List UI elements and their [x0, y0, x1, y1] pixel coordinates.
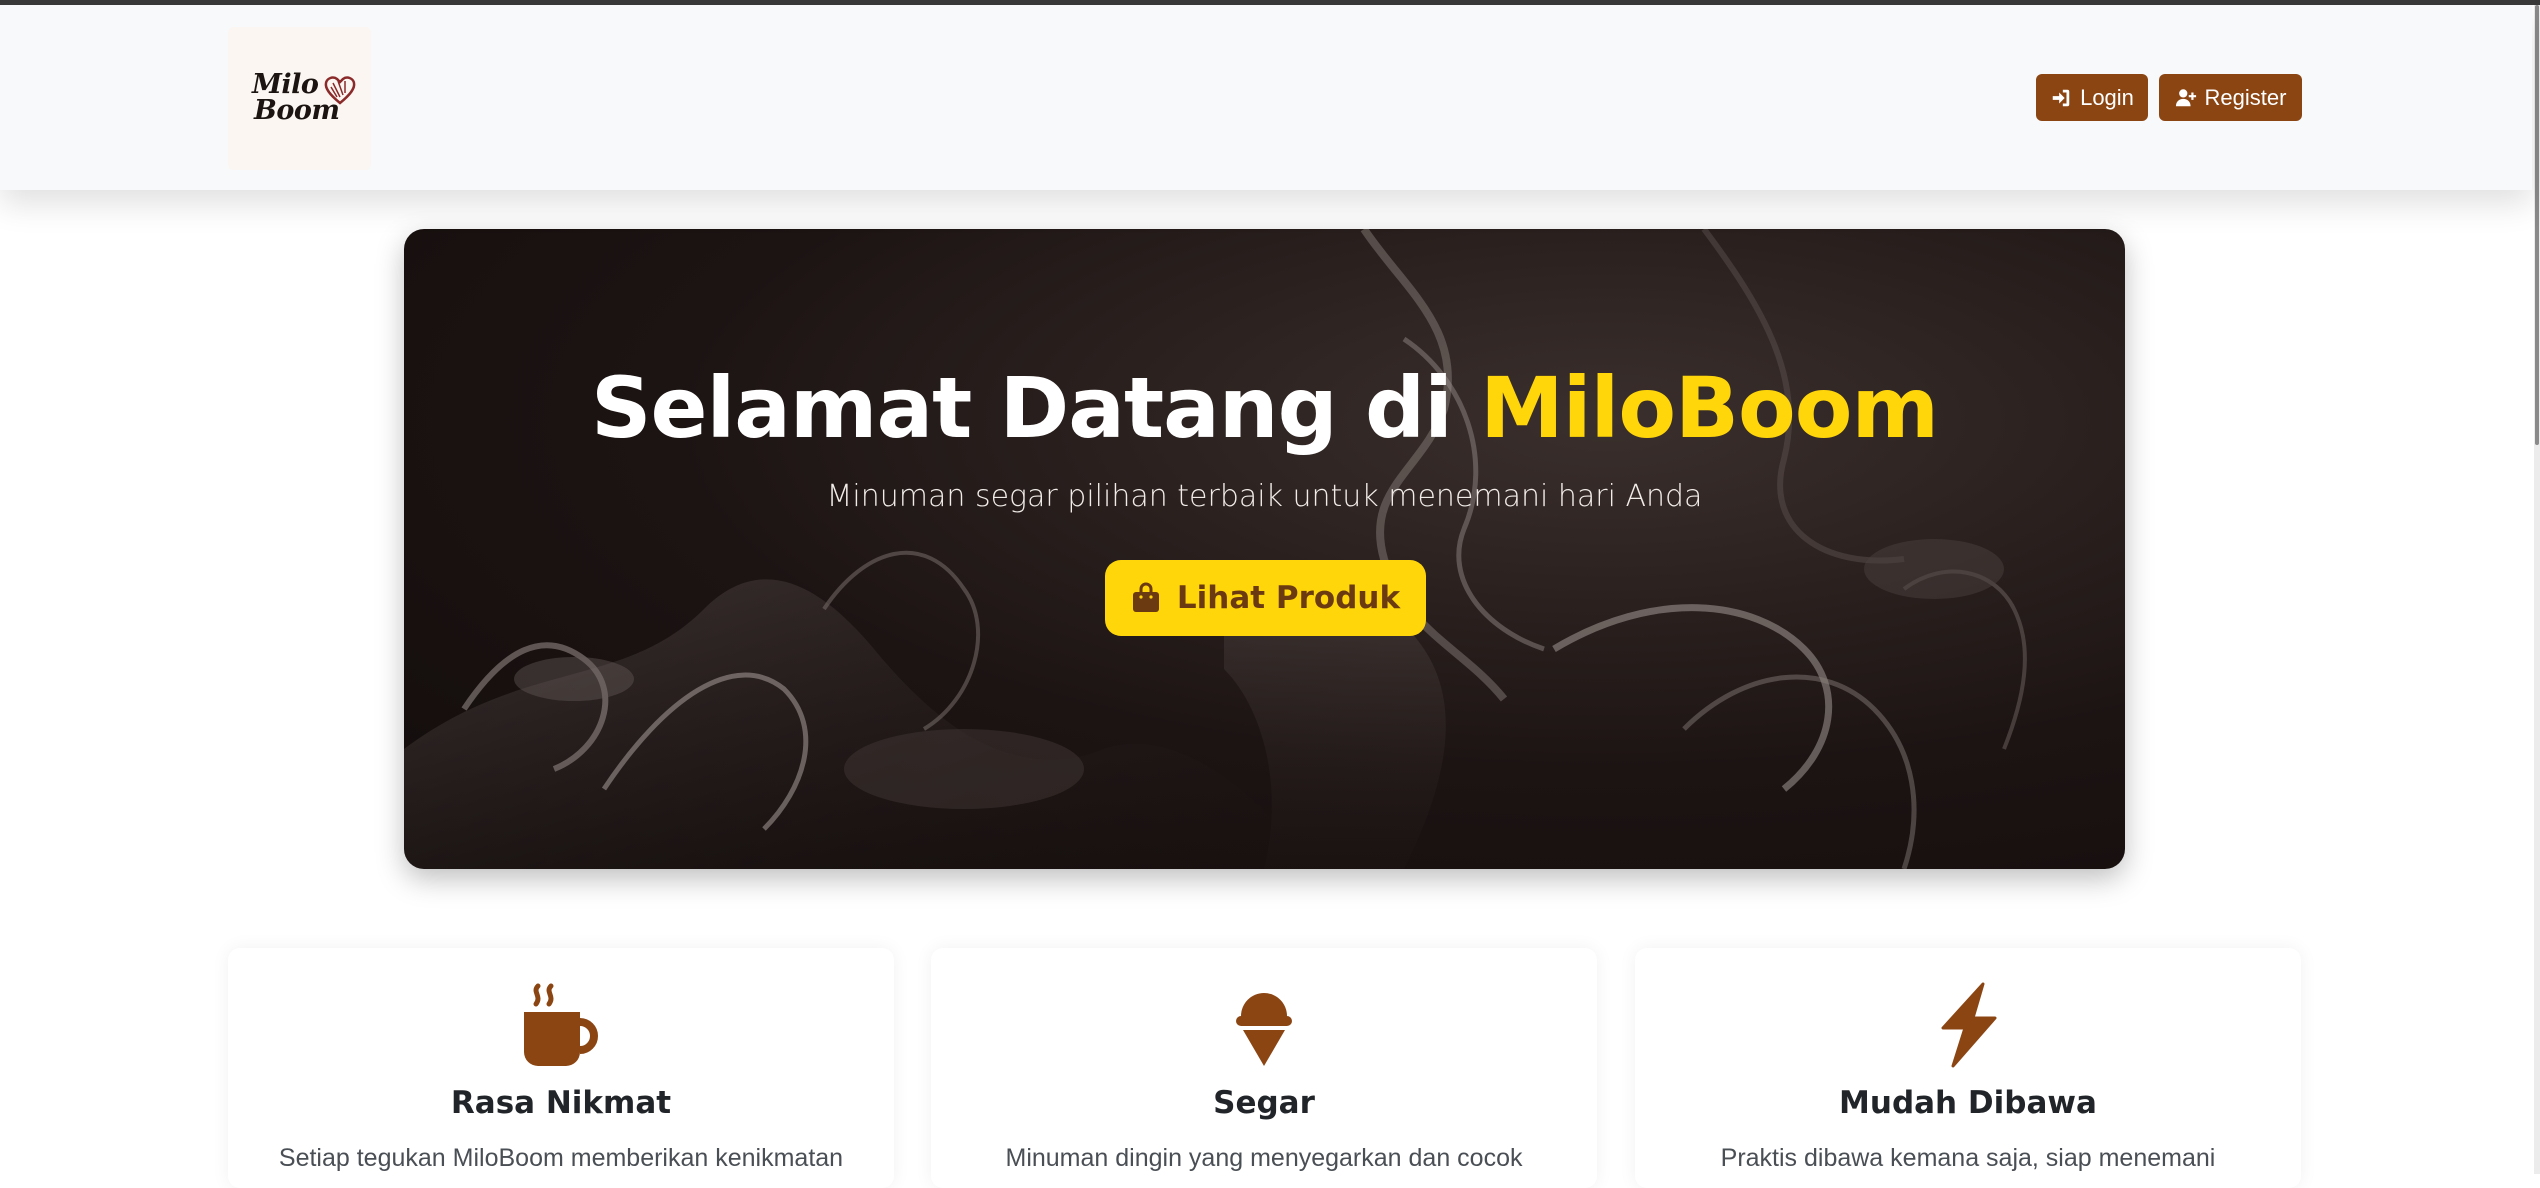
lightning-bolt-icon	[1941, 982, 1997, 1068]
user-plus-icon	[2175, 88, 2196, 106]
hero-title: Selamat Datang di MiloBoom	[404, 359, 2125, 457]
feature-card-rasa-nikmat: Rasa Nikmat Setiap tegukan MiloBoom memb…	[228, 948, 894, 1188]
register-button[interactable]: Register	[2159, 74, 2302, 121]
ice-cream-icon	[1236, 993, 1292, 1066]
hero-banner: Selamat Datang di MiloBoom Minuman segar…	[404, 229, 2125, 869]
coffee-cup-icon	[524, 983, 598, 1066]
miloboom-logo[interactable]: Milo Boom	[228, 27, 371, 170]
page-scrollbar[interactable]	[2534, 5, 2540, 1174]
feature-title: Segar	[1213, 1085, 1315, 1121]
view-products-label: Lihat Produk	[1176, 580, 1401, 616]
feature-title: Rasa Nikmat	[450, 1085, 672, 1121]
register-label: Register	[2204, 84, 2287, 110]
hero-title-brand: MiloBoom	[1480, 359, 1939, 457]
hero-title-prefix: Selamat Datang di	[590, 359, 1481, 457]
feature-text: Setiap tegukan MiloBoom memberikan kenik…	[278, 1144, 844, 1172]
navbar: Milo Boom Login Register	[0, 5, 2532, 190]
view-products-button[interactable]: Lihat Produk	[1105, 560, 1426, 636]
feature-text: Praktis dibawa kemana saja, siap meneman…	[1720, 1144, 2216, 1172]
heart-icon	[324, 76, 356, 105]
hero-subtitle: Minuman segar pilihan terbaik untuk mene…	[826, 479, 1703, 514]
scrollbar-thumb[interactable]	[2535, 5, 2539, 445]
feature-card-mudah-dibawa: Mudah Dibawa Praktis dibawa kemana saja,…	[1635, 948, 2301, 1188]
shopping-bag-icon	[1132, 582, 1159, 612]
login-button[interactable]: Login	[2036, 74, 2148, 121]
feature-card-segar: Segar Minuman dingin yang menyegarkan da…	[931, 948, 1597, 1188]
login-label: Login	[2080, 84, 2134, 110]
feature-title: Mudah Dibawa	[1839, 1085, 2097, 1121]
sign-in-icon	[2052, 89, 2070, 106]
chocolate-splash-background	[404, 229, 2027, 869]
feature-text: Minuman dingin yang menyegarkan dan coco…	[1005, 1144, 1523, 1172]
